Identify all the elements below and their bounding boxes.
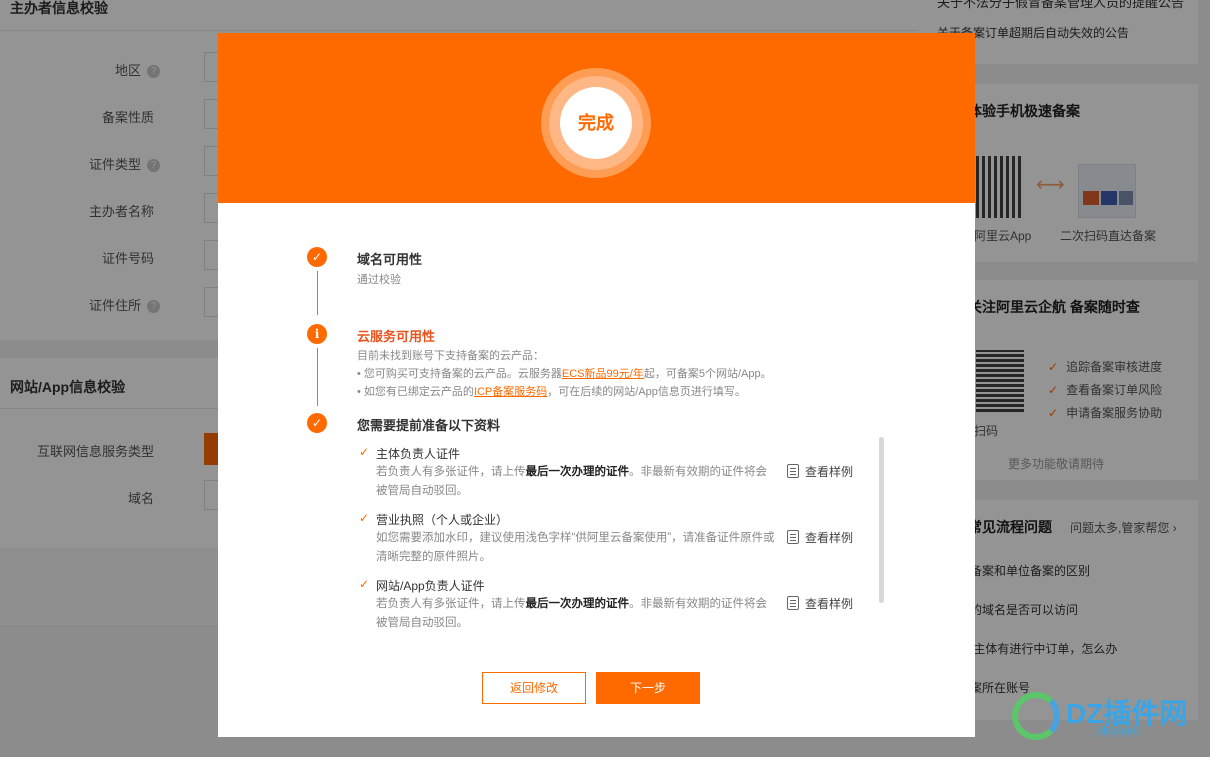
step-desc-line: • 如您有已绑定云产品的ICP备案服务码，可在后续的网站/App信息页进行填写。	[357, 383, 746, 401]
material-desc-emphasis: 最后一次办理的证件	[525, 466, 630, 478]
step-connector	[317, 348, 318, 406]
check-circle-icon: ✓	[307, 413, 327, 433]
status-text: 完成	[578, 113, 614, 133]
icp-service-code-link[interactable]: ICP备案服务码	[474, 386, 547, 398]
view-sample-button[interactable]: 查看样例	[787, 595, 853, 612]
material-title: 主体负责人证件	[376, 447, 461, 461]
material-desc: 若负责人有多张证件，请上传最后一次办理的证件。非最新有效期的证件将会被管局自动驳…	[376, 595, 776, 633]
site-watermark: DZ插件网 dz-x.net	[1008, 690, 1198, 746]
view-sample-button[interactable]: 查看样例	[787, 463, 853, 480]
step-title-domain: 域名可用性	[357, 252, 423, 267]
view-sample-label: 查看样例	[805, 465, 854, 479]
material-desc-emphasis: 最后一次办理的证件	[525, 598, 630, 610]
modal-header: 完成	[218, 33, 975, 203]
check-icon: ✓	[359, 511, 370, 525]
step-desc-text: • 如您有已绑定云产品的	[357, 386, 474, 398]
document-icon	[787, 530, 799, 544]
verification-result-modal: 完成 ✓ 域名可用性 通过校验 i 云服务可用性 目前未找到账号下支持备案的云产…	[218, 33, 975, 737]
step-desc-text: • 您可购买可支持备案的云产品。云服务器	[357, 368, 562, 380]
view-sample-label: 查看样例	[805, 531, 854, 545]
step-desc-text: 起，可备案5个网站/App。	[643, 368, 772, 380]
material-desc: 若负责人有多张证件，请上传最后一次办理的证件。非最新有效期的证件将会被管局自动驳…	[376, 463, 776, 501]
next-step-button[interactable]: 下一步	[596, 672, 700, 704]
step-title-cloud: 云服务可用性	[357, 329, 436, 344]
material-title: 网站/App负责人证件	[376, 579, 485, 593]
materials-scrollbar[interactable]	[879, 437, 884, 603]
material-desc-text: 若负责人有多张证件，请上传	[376, 466, 526, 478]
step-title-materials: 您需要提前准备以下资料	[357, 418, 501, 433]
material-desc-text: 如您需要添加水印，建议使用浅色字样“供阿里云备案使用”，请准备证件原件或清晰完整…	[376, 532, 775, 563]
check-icon: ✓	[359, 577, 370, 591]
material-desc-text: 若负责人有多张证件，请上传	[376, 598, 526, 610]
material-desc: 如您需要添加水印，建议使用浅色字样“供阿里云备案使用”，请准备证件原件或清晰完整…	[376, 529, 776, 567]
view-sample-label: 查看样例	[805, 597, 854, 611]
info-circle-icon: i	[307, 324, 327, 344]
watermark-subtext: dz-x.net	[1094, 726, 1142, 737]
step-connector	[317, 271, 318, 315]
ecs-promo-link[interactable]: ECS新品99元/年	[562, 368, 644, 380]
watermark-logo-icon	[1012, 692, 1060, 740]
document-icon	[787, 464, 799, 478]
back-to-edit-button[interactable]: 返回修改	[482, 672, 586, 704]
view-sample-button[interactable]: 查看样例	[787, 529, 853, 546]
step-desc-text: ，可在后续的网站/App信息页进行填写。	[547, 386, 746, 398]
step-desc: 目前未找到账号下支持备案的云产品：	[357, 350, 544, 362]
step-desc-line: • 您可购买可支持备案的云产品。云服务器ECS新品99元/年起，可备案5个网站/…	[357, 365, 772, 383]
step-desc: 通过校验	[357, 274, 401, 286]
check-circle-icon: ✓	[307, 247, 327, 267]
materials-list[interactable]: ✓ 主体负责人证件 若负责人有多张证件，请上传最后一次办理的证件。非最新有效期的…	[357, 438, 887, 633]
check-icon: ✓	[359, 445, 370, 459]
material-title: 营业执照（个人或企业）	[376, 513, 509, 527]
document-icon	[787, 596, 799, 610]
